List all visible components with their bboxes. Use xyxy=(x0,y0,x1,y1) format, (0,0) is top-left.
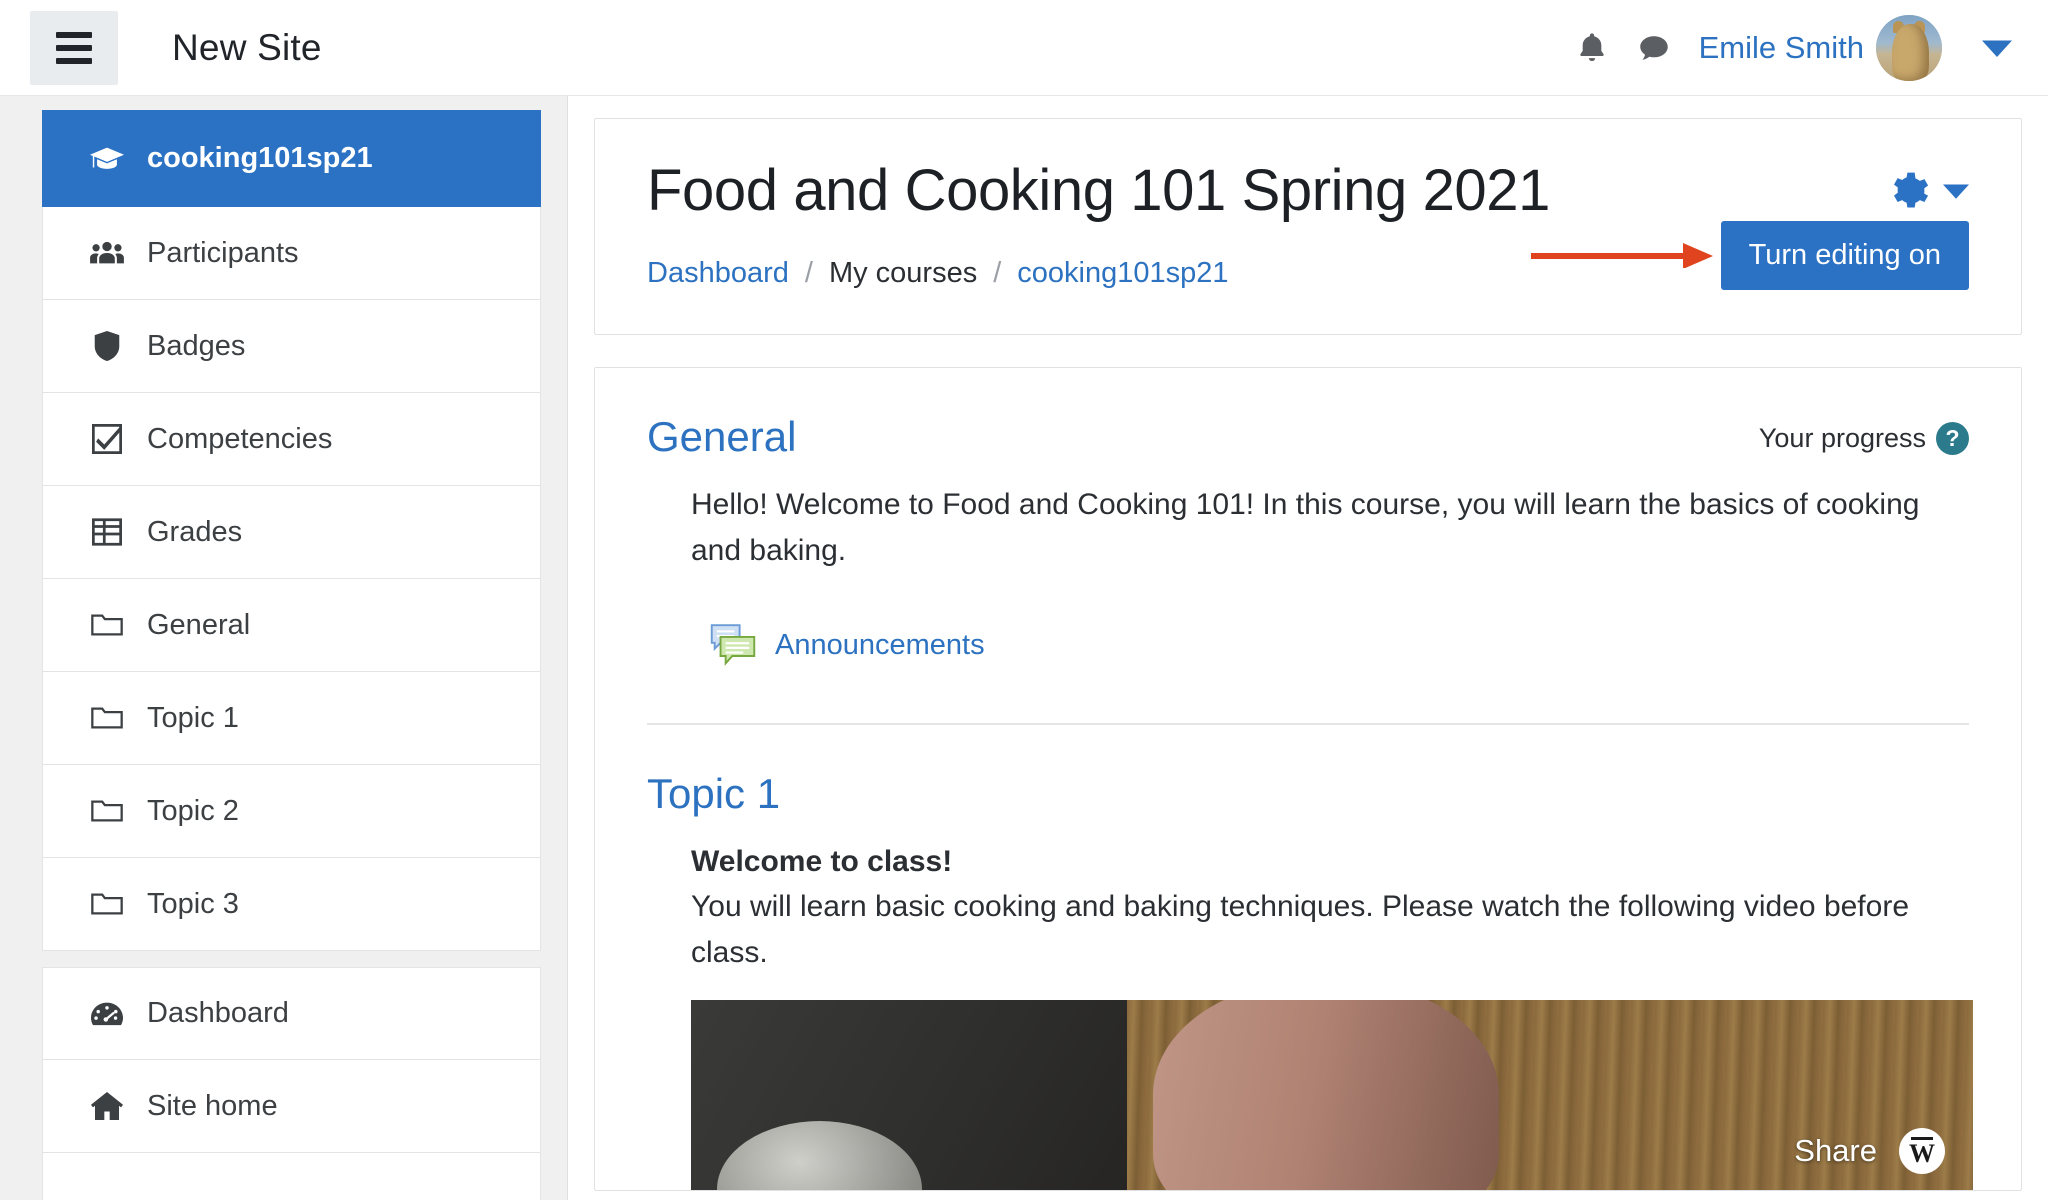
breadcrumb-item-my-courses[interactable]: My courses xyxy=(829,257,977,290)
sidebar-item-badges[interactable]: Badges xyxy=(42,300,541,393)
caret-down-icon xyxy=(1943,183,1969,199)
wistia-logo-icon[interactable]: W xyxy=(1899,1128,1945,1174)
sidebar-secondary-list: Dashboard Site home xyxy=(42,967,541,1200)
top-navbar: New Site Emile Smith xyxy=(0,0,2048,96)
hamburger-icon-line xyxy=(56,45,92,51)
home-icon xyxy=(89,1090,125,1122)
bell-icon xyxy=(1576,30,1608,66)
sidebar-item-label: cooking101sp21 xyxy=(147,142,373,175)
sidebar-item-participants[interactable]: Participants xyxy=(42,207,541,300)
topic-1-heading: Welcome to class! xyxy=(691,839,1969,884)
your-progress-indicator: Your progress ? xyxy=(1759,422,1969,455)
course-sections: General Your progress ? Hello! Welcome t… xyxy=(595,368,2021,1190)
folder-icon xyxy=(89,609,125,641)
course-settings-menu-button[interactable] xyxy=(1885,169,1969,213)
sidebar-item-competencies[interactable]: Competencies xyxy=(42,393,541,486)
shield-icon xyxy=(89,330,125,362)
sidebar-item-label: Topic 2 xyxy=(147,795,239,828)
hamburger-menu-button[interactable] xyxy=(30,11,118,85)
wistia-logo-letter: W xyxy=(1909,1139,1935,1169)
speedometer-icon xyxy=(89,998,125,1030)
video-share-button[interactable]: Share W xyxy=(1794,1128,1945,1174)
breadcrumb-item-dashboard[interactable]: Dashboard xyxy=(647,257,789,290)
user-menu-dropdown-button[interactable] xyxy=(1972,29,2022,67)
section-general-summary: Hello! Welcome to Food and Cooking 101! … xyxy=(647,482,1927,573)
course-header-card: Food and Cooking 101 Spring 2021 Dashboa… xyxy=(594,118,2022,335)
check-square-icon xyxy=(89,423,125,455)
sidebar-item-truncated[interactable] xyxy=(42,1153,541,1200)
section-topic-1-body: Welcome to class! You will learn basic c… xyxy=(647,839,1969,975)
sidebar-item-topic-2[interactable]: Topic 2 xyxy=(42,765,541,858)
sidebar-item-label: Dashboard xyxy=(147,997,289,1030)
sidebar-item-cooking101sp21[interactable]: cooking101sp21 xyxy=(42,110,541,207)
messages-button[interactable] xyxy=(1623,17,1685,79)
graduation-cap-icon xyxy=(89,143,125,175)
main-content: Food and Cooking 101 Spring 2021 Dashboa… xyxy=(568,96,2048,1200)
sidebar-item-grades[interactable]: Grades xyxy=(42,486,541,579)
wistia-logo-bar xyxy=(1911,1137,1933,1140)
section-title-general[interactable]: General xyxy=(647,414,796,460)
breadcrumb-separator: / xyxy=(805,257,813,290)
sidebar-item-label: Participants xyxy=(147,237,299,270)
sidebar-primary-list: cooking101sp21 Participants Badges Compe… xyxy=(42,110,541,951)
site-title: New Site xyxy=(172,27,322,69)
user-name-link[interactable]: Emile Smith xyxy=(1699,30,1864,66)
section-topic-1: Topic 1 Welcome to class! You will learn… xyxy=(647,725,1969,1189)
breadcrumb-item-cooking101sp21[interactable]: cooking101sp21 xyxy=(1017,257,1228,290)
page-title: Food and Cooking 101 Spring 2021 xyxy=(647,159,1969,223)
sidebar-group-separator xyxy=(42,951,541,967)
avatar-animal xyxy=(1892,24,1929,81)
section-title-topic-1[interactable]: Topic 1 xyxy=(647,771,1969,817)
breadcrumb-separator: / xyxy=(993,257,1001,290)
section-general: General Your progress ? Hello! Welcome t… xyxy=(647,414,1969,725)
sidebar-item-label: Topic 3 xyxy=(147,888,239,921)
table-icon xyxy=(89,516,125,548)
folder-icon xyxy=(89,702,125,734)
notifications-button[interactable] xyxy=(1561,17,1623,79)
sidebar-item-general[interactable]: General xyxy=(42,579,541,672)
users-icon xyxy=(89,237,125,269)
your-progress-label: Your progress xyxy=(1759,423,1926,454)
folder-icon xyxy=(89,888,125,920)
sidebar-item-label: Grades xyxy=(147,516,242,549)
sidebar-item-label: Badges xyxy=(147,330,245,363)
sidebar-item-label: General xyxy=(147,609,250,642)
sidebar-item-site-home[interactable]: Site home xyxy=(42,1060,541,1153)
sidebar-item-label: Competencies xyxy=(147,423,332,456)
hamburger-icon-line xyxy=(56,32,92,38)
chevron-down-icon xyxy=(1982,39,2012,57)
avatar[interactable] xyxy=(1876,15,1942,81)
question-mark-icon[interactable]: ? xyxy=(1936,422,1969,455)
embedded-video-player[interactable]: Share W xyxy=(691,1000,1973,1190)
activity-item-announcements[interactable]: Announcements xyxy=(647,623,1969,667)
topic-1-paragraph: You will learn basic cooking and baking … xyxy=(691,884,1969,975)
share-label: Share xyxy=(1794,1133,1877,1169)
folder-icon xyxy=(89,795,125,827)
gear-icon xyxy=(1885,169,1929,213)
sidebar-item-label: Topic 1 xyxy=(147,702,239,735)
sidebar-item-dashboard[interactable]: Dashboard xyxy=(42,967,541,1060)
chat-bubble-icon xyxy=(1637,32,1671,64)
sidebar-item-topic-1[interactable]: Topic 1 xyxy=(42,672,541,765)
sidebar-item-topic-3[interactable]: Topic 3 xyxy=(42,858,541,951)
video-thumbnail-arm xyxy=(1153,1000,1499,1190)
section-general-header: General Your progress ? xyxy=(647,414,1969,460)
course-navigation-sidebar: cooking101sp21 Participants Badges Compe… xyxy=(0,96,568,1200)
sidebar-item-label: Site home xyxy=(147,1090,278,1123)
course-content-card: General Your progress ? Hello! Welcome t… xyxy=(594,367,2022,1191)
navbar-right-group: Emile Smith xyxy=(1561,15,2022,81)
hamburger-icon-line xyxy=(56,58,92,64)
turn-editing-on-button[interactable]: Turn editing on xyxy=(1721,221,1969,290)
announcements-link[interactable]: Announcements xyxy=(775,629,985,662)
page-body: cooking101sp21 Participants Badges Compe… xyxy=(0,96,2048,1200)
forum-icon xyxy=(709,623,757,667)
